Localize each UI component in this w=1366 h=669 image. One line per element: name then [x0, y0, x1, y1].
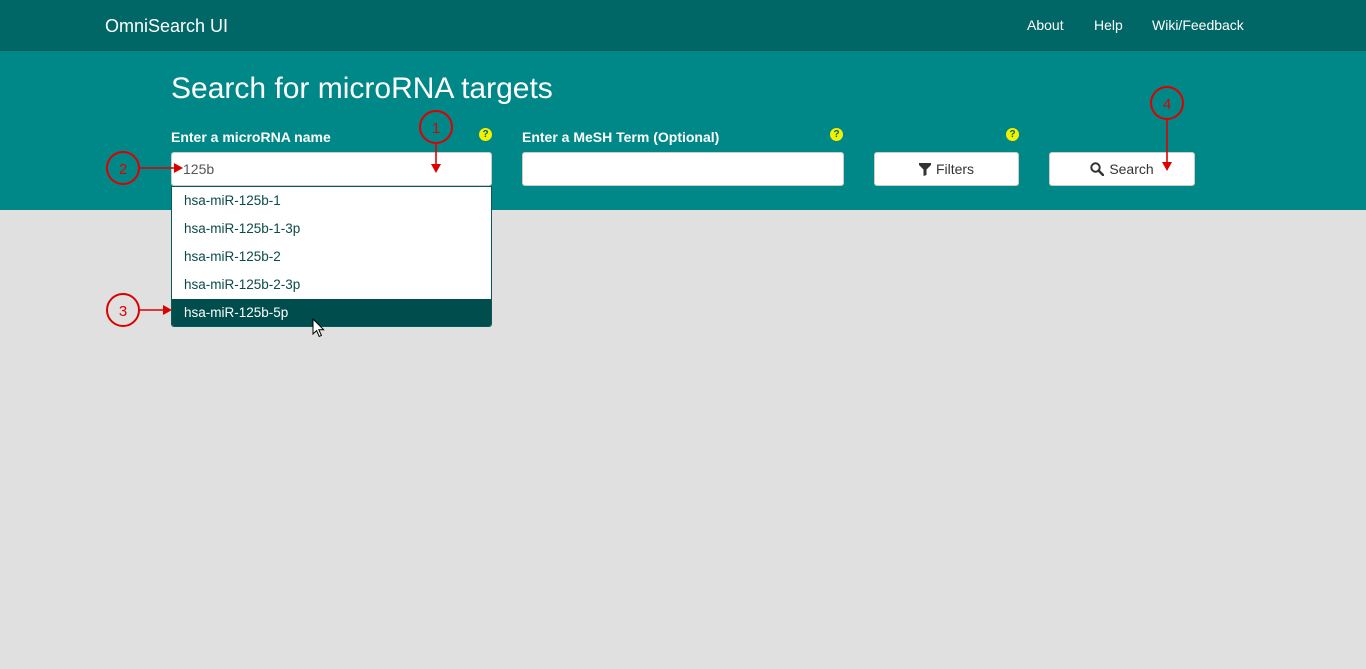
autocomplete-dropdown: hsa-miR-125b-1 hsa-miR-125b-1-3p hsa-miR…: [171, 186, 492, 327]
mesh-help-icon[interactable]: ?: [830, 128, 843, 141]
mouse-pointer-icon: [312, 318, 325, 338]
page-title: Search for microRNA targets: [171, 72, 553, 105]
autocomplete-item[interactable]: hsa-miR-125b-1-3p: [172, 215, 491, 243]
annotation-3: 3: [106, 293, 172, 327]
nav-link-wiki-feedback[interactable]: Wiki/Feedback: [1152, 17, 1244, 33]
search-button-label: Search: [1109, 161, 1154, 177]
mesh-input[interactable]: [522, 152, 844, 186]
nav-link-about[interactable]: About: [1027, 17, 1064, 33]
brand-title[interactable]: OmniSearch UI: [105, 16, 228, 37]
search-button[interactable]: Search: [1049, 152, 1195, 186]
filters-help-icon[interactable]: ?: [1006, 128, 1019, 141]
mirna-help-icon[interactable]: ?: [479, 128, 492, 141]
mirna-input[interactable]: [171, 152, 492, 186]
autocomplete-item[interactable]: hsa-miR-125b-2-3p: [172, 271, 491, 299]
filters-button-label: Filters: [935, 161, 975, 177]
mirna-label: Enter a microRNA name: [171, 129, 331, 145]
autocomplete-item[interactable]: hsa-miR-125b-2: [172, 243, 491, 271]
filters-button[interactable]: Filters: [874, 152, 1019, 186]
filter-icon: [918, 162, 931, 176]
nav-link-help[interactable]: Help: [1094, 17, 1123, 33]
autocomplete-item-selected[interactable]: hsa-miR-125b-5p: [172, 299, 491, 326]
mesh-label: Enter a MeSH Term (Optional): [522, 129, 720, 145]
annotation-3-label: 3: [119, 303, 127, 320]
magnifier-icon: [1090, 162, 1105, 176]
autocomplete-item[interactable]: hsa-miR-125b-1: [172, 187, 491, 215]
navbar: OmniSearch UI About Help Wiki/Feedback: [0, 0, 1366, 51]
